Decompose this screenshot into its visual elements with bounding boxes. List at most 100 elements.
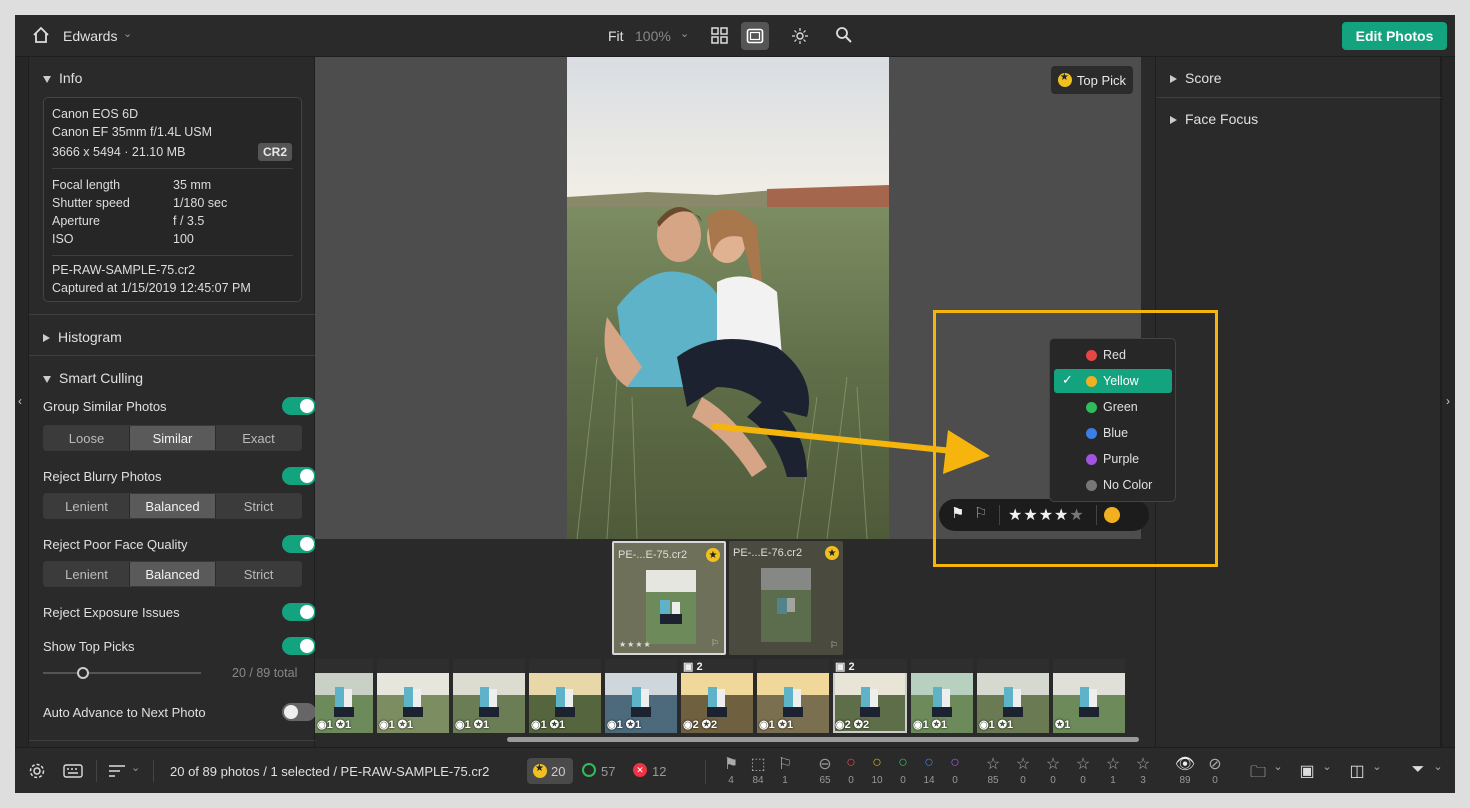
star-filter-0-icon[interactable]: ☆	[982, 754, 1004, 774]
caret-down-icon	[43, 375, 51, 383]
raw-filter-icon[interactable]: ▣	[1296, 761, 1318, 781]
yellow-filter-icon[interactable]: ○	[866, 754, 888, 772]
red-filter-icon[interactable]: ○	[840, 754, 862, 772]
filmstrip-thumbnail[interactable]: ▣ 2 ◉2 ✪2	[833, 659, 907, 733]
filter-funnel-icon[interactable]: ⏷	[1407, 761, 1429, 779]
seg-option-lenient[interactable]: Lenient	[44, 562, 130, 586]
filmstrip-thumbnail[interactable]: ◉1 ✪1	[315, 659, 373, 733]
reject-exposure-toggle[interactable]	[282, 603, 316, 621]
star-filter-3-icon[interactable]: ☆	[1072, 754, 1094, 774]
reject-blurry-toggle[interactable]	[282, 467, 316, 485]
top-picks-filter[interactable]: 20	[527, 758, 573, 784]
filmstrip-thumbnail[interactable]: ◉1 ✪1	[529, 659, 601, 733]
search-icon[interactable]	[835, 26, 853, 44]
star-filter-5-icon[interactable]: ☆	[1132, 754, 1154, 774]
loupe-view-button[interactable]	[741, 22, 769, 50]
grid-view-icon[interactable]	[710, 26, 730, 46]
info-section-header[interactable]: Info	[43, 70, 82, 86]
chevron-down-icon[interactable]: ⌄	[1267, 760, 1289, 773]
seg-option-loose[interactable]: Loose	[44, 426, 130, 450]
seg-option-lenient[interactable]: Lenient	[44, 494, 130, 518]
right-panel-edge[interactable]: ›	[1441, 57, 1455, 747]
reject-face-toggle[interactable]	[282, 535, 316, 553]
chevron-down-icon[interactable]: ⌄	[123, 27, 132, 40]
exif-label: Focal length	[52, 178, 121, 192]
visible-filter-icon[interactable]: 👁	[1174, 754, 1196, 774]
purple-filter-icon[interactable]: ○	[944, 754, 966, 772]
left-panel: Info Canon EOS 6D Canon EF 35mm f/1.4L U…	[29, 57, 316, 747]
group-card[interactable]: PE-...E-75.cr2 ★ ★★★★ ⚐	[612, 541, 726, 655]
chevron-right-icon[interactable]: ›	[1446, 394, 1450, 408]
chevron-left-icon[interactable]: ‹	[18, 394, 22, 408]
exif-value: 100	[173, 232, 194, 246]
chevron-down-icon[interactable]: ⌄	[131, 761, 140, 774]
seg-option-balanced[interactable]: Balanced	[130, 494, 216, 518]
smart-culling-section-header[interactable]: Smart Culling	[43, 370, 143, 386]
stack-count: ▣ 2	[835, 661, 855, 673]
catalog-name[interactable]: Edwards	[63, 28, 117, 44]
top-picks-slider-track[interactable]	[43, 667, 201, 679]
hidden-filter-icon[interactable]: ⊘	[1204, 754, 1226, 774]
flag-icon[interactable]: ⚐	[830, 640, 838, 651]
star-filter-2-icon[interactable]: ☆	[1042, 754, 1064, 774]
rejected-flag-icon[interactable]: ⚐	[774, 754, 796, 774]
brightness-icon[interactable]	[791, 27, 809, 45]
histogram-title: Histogram	[58, 329, 122, 345]
seg-option-balanced[interactable]: Balanced	[130, 562, 216, 586]
chevron-down-icon[interactable]: ⌄	[1316, 760, 1338, 773]
picked-flag-icon[interactable]: ⚑	[720, 754, 742, 774]
group-similar-toggle[interactable]	[282, 397, 316, 415]
auto-advance-toggle[interactable]	[282, 703, 316, 721]
group-card[interactable]: PE-...E-76.cr2 ★ ⚐	[729, 541, 843, 655]
thumbnail-header: ▣ 2	[681, 659, 753, 673]
filmstrip-thumbnail[interactable]: ◉1 ✪1	[911, 659, 973, 733]
home-icon[interactable]	[32, 26, 50, 44]
thumbnail-meta: ◉1 ✪1	[455, 719, 490, 731]
top-picks-slider-handle[interactable]	[76, 667, 89, 679]
unflagged-icon[interactable]: ⬚	[747, 754, 769, 774]
seg-option-exact[interactable]: Exact	[216, 426, 301, 450]
filmstrip-thumbnail[interactable]: ▣ 2 ◉2 ✪2	[681, 659, 753, 733]
seg-option-similar[interactable]: Similar	[130, 426, 216, 450]
chevron-down-icon[interactable]: ⌄	[1366, 760, 1388, 773]
sort-icon[interactable]	[108, 764, 126, 778]
file-name: PE-RAW-SAMPLE-75.cr2	[52, 263, 196, 277]
thumbnail-meta: ◉1 ✪1	[379, 719, 414, 731]
chevron-down-icon[interactable]: ⌄	[680, 27, 689, 40]
gear-icon[interactable]	[29, 763, 45, 779]
edit-photos-button[interactable]: Edit Photos	[1342, 22, 1447, 50]
thumbnail-image	[761, 568, 811, 642]
filmstrip-thumbnail[interactable]: ✪1	[1053, 659, 1125, 733]
seg-option-strict[interactable]: Strict	[216, 562, 301, 586]
chevron-down-icon[interactable]: ⌄	[1427, 760, 1449, 773]
left-panel-edge[interactable]: ‹	[15, 57, 29, 747]
divider	[29, 314, 315, 315]
top-picks-toggle[interactable]	[282, 637, 316, 655]
thumbnail-meta: ◉1 ✪1	[317, 719, 352, 731]
star-filter-4-icon[interactable]: ☆	[1102, 754, 1124, 774]
top-pick-star-icon: ★	[706, 548, 720, 562]
histogram-section-header[interactable]: Histogram	[43, 329, 122, 345]
rejected-icon[interactable]: ✕	[633, 763, 647, 777]
filmstrip-thumbnail[interactable]: ◉1 ✪1	[977, 659, 1049, 733]
filmstrip-thumbnail[interactable]: ◉1 ✪1	[377, 659, 449, 733]
no-color-filter-icon[interactable]: ⊖	[814, 754, 836, 774]
filmstrip-thumbnail[interactable]: ◉1 ✪1	[453, 659, 525, 733]
bottom-status-bar: ⌄ 20 of 89 photos / 1 selected / PE-RAW-…	[15, 747, 1455, 793]
green-filter-icon[interactable]: ○	[892, 754, 914, 772]
zoom-percent[interactable]: 100%	[635, 28, 671, 44]
face-focus-section-header[interactable]: Face Focus	[1170, 111, 1258, 127]
keyboard-icon[interactable]	[63, 764, 83, 778]
flag-icon[interactable]: ⚐	[711, 638, 719, 649]
camera-icon[interactable]: ◫	[1346, 761, 1368, 781]
folder-icon[interactable]: 🗀	[1247, 761, 1269, 788]
star-filter-1-icon[interactable]: ☆	[1012, 754, 1034, 774]
filmstrip-thumbnail[interactable]: ◉1 ✪1	[757, 659, 829, 733]
score-section-header[interactable]: Score	[1170, 70, 1222, 86]
zoom-fit[interactable]: Fit	[608, 28, 624, 44]
accepted-icon[interactable]	[582, 763, 596, 777]
filmstrip-scrollbar[interactable]	[507, 737, 1139, 742]
filmstrip-thumbnail[interactable]: ◉1 ✪1	[605, 659, 677, 733]
seg-option-strict[interactable]: Strict	[216, 494, 301, 518]
blue-filter-icon[interactable]: ○	[918, 754, 940, 772]
